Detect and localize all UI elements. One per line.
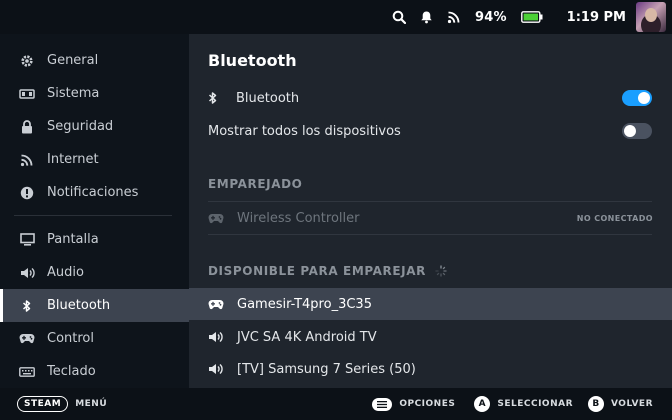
wifi-signal-icon[interactable]: [447, 10, 461, 24]
available-heading-label: DISPONIBLE PARA EMPAREJAR: [208, 264, 426, 278]
sidebar-item-label: Audio: [47, 265, 84, 280]
sidebar-item-pantalla[interactable]: Pantalla: [0, 223, 189, 256]
notification-bell-icon[interactable]: [420, 10, 433, 24]
device-name: Wireless Controller: [237, 210, 360, 226]
available-section-heading: DISPONIBLE PARA EMPAREJAR: [208, 264, 447, 278]
b-button-icon[interactable]: B: [588, 396, 604, 412]
sidebar-item-label: Pantalla: [47, 232, 99, 247]
speaker-icon: [19, 265, 35, 281]
alert-icon: [19, 185, 35, 201]
sidebar-item-label: General: [47, 53, 99, 68]
sidebar-item-label: Sistema: [47, 86, 100, 101]
available-device-row[interactable]: JVC SA 4K Android TV: [189, 321, 672, 353]
paired-section-heading: EMPAREJADO: [208, 177, 303, 191]
keyboard-icon: [19, 364, 35, 380]
clock: 1:19 PM: [566, 9, 626, 25]
sidebar-item-sistema[interactable]: Sistema: [0, 77, 189, 110]
bluetooth-toggle-row[interactable]: Bluetooth: [208, 88, 652, 108]
back-hint-label: VOLVER: [611, 399, 653, 409]
bottom-hint-bar: STEAM MENÚ OPCIONES A SELECCIONAR B VOLV…: [0, 388, 672, 420]
gamepad-icon: [19, 331, 35, 347]
sidebar-item-label: Internet: [47, 152, 99, 167]
sidebar-item-seguridad[interactable]: Seguridad: [0, 110, 189, 143]
paired-device-row[interactable]: Wireless Controller NO CONECTADO: [189, 202, 672, 234]
wifi-icon: [19, 152, 35, 168]
show-all-devices-toggle[interactable]: [622, 123, 652, 139]
device-name: [TV] Samsung 7 Series (50): [237, 361, 416, 377]
sidebar-item-notificaciones[interactable]: Notificaciones: [0, 176, 189, 209]
top-status-bar: 94% 1:19 PM: [0, 0, 672, 34]
sidebar-item-label: Seguridad: [47, 119, 114, 134]
gamepad-icon: [208, 213, 226, 224]
divider: [208, 234, 652, 235]
a-button-icon[interactable]: A: [474, 396, 491, 412]
settings-sidebar: General Sistema Seguridad Internet Notif…: [0, 34, 189, 388]
gamepad-icon: [208, 299, 226, 310]
sidebar-divider: [14, 215, 172, 216]
search-icon[interactable]: [392, 10, 406, 24]
device-name: JVC SA 4K Android TV: [237, 329, 377, 345]
sidebar-item-audio[interactable]: Audio: [0, 256, 189, 289]
sidebar-item-label: Teclado: [47, 364, 96, 379]
system-icon: [19, 86, 35, 102]
battery-percentage: 94%: [474, 9, 507, 25]
display-icon: [19, 232, 35, 248]
options-hint-label: OPCIONES: [399, 399, 456, 409]
connection-status: NO CONECTADO: [576, 213, 653, 223]
sidebar-item-control[interactable]: Control: [0, 322, 189, 355]
options-button-icon[interactable]: [372, 397, 393, 411]
sidebar-item-label: Bluetooth: [47, 298, 111, 313]
sidebar-item-label: Control: [47, 331, 94, 346]
sidebar-item-label: Notificaciones: [47, 185, 139, 200]
gear-icon: [19, 53, 35, 69]
page-title: Bluetooth: [208, 51, 297, 70]
bluetooth-icon: [208, 91, 225, 105]
menu-hint-label: MENÚ: [75, 399, 108, 409]
sidebar-item-teclado[interactable]: Teclado: [0, 355, 189, 388]
show-all-devices-row[interactable]: Mostrar todos los dispositivos: [208, 121, 652, 141]
battery-icon[interactable]: [520, 11, 543, 23]
bluetooth-settings-panel: Bluetooth Bluetooth Mostrar todos los di…: [189, 34, 672, 388]
speaker-icon: [208, 331, 226, 343]
sidebar-item-internet[interactable]: Internet: [0, 143, 189, 176]
avatar[interactable]: [636, 2, 666, 32]
loading-spinner-icon: [435, 265, 447, 277]
steam-button[interactable]: STEAM: [17, 396, 69, 412]
available-device-row[interactable]: Gamesir-T4pro_3C35: [189, 288, 672, 320]
bluetooth-toggle-label: Bluetooth: [236, 90, 300, 106]
bluetooth-toggle-switch[interactable]: [622, 90, 652, 106]
available-device-row[interactable]: [TV] Samsung 7 Series (50): [189, 353, 672, 385]
device-name: Gamesir-T4pro_3C35: [237, 296, 372, 312]
sidebar-item-bluetooth[interactable]: Bluetooth: [0, 289, 189, 322]
lock-icon: [19, 119, 35, 135]
bluetooth-icon: [19, 298, 35, 314]
show-all-devices-label: Mostrar todos los dispositivos: [208, 123, 401, 139]
speaker-icon: [208, 363, 226, 375]
select-hint-label: SELECCIONAR: [497, 399, 573, 409]
sidebar-item-general[interactable]: General: [0, 44, 189, 77]
